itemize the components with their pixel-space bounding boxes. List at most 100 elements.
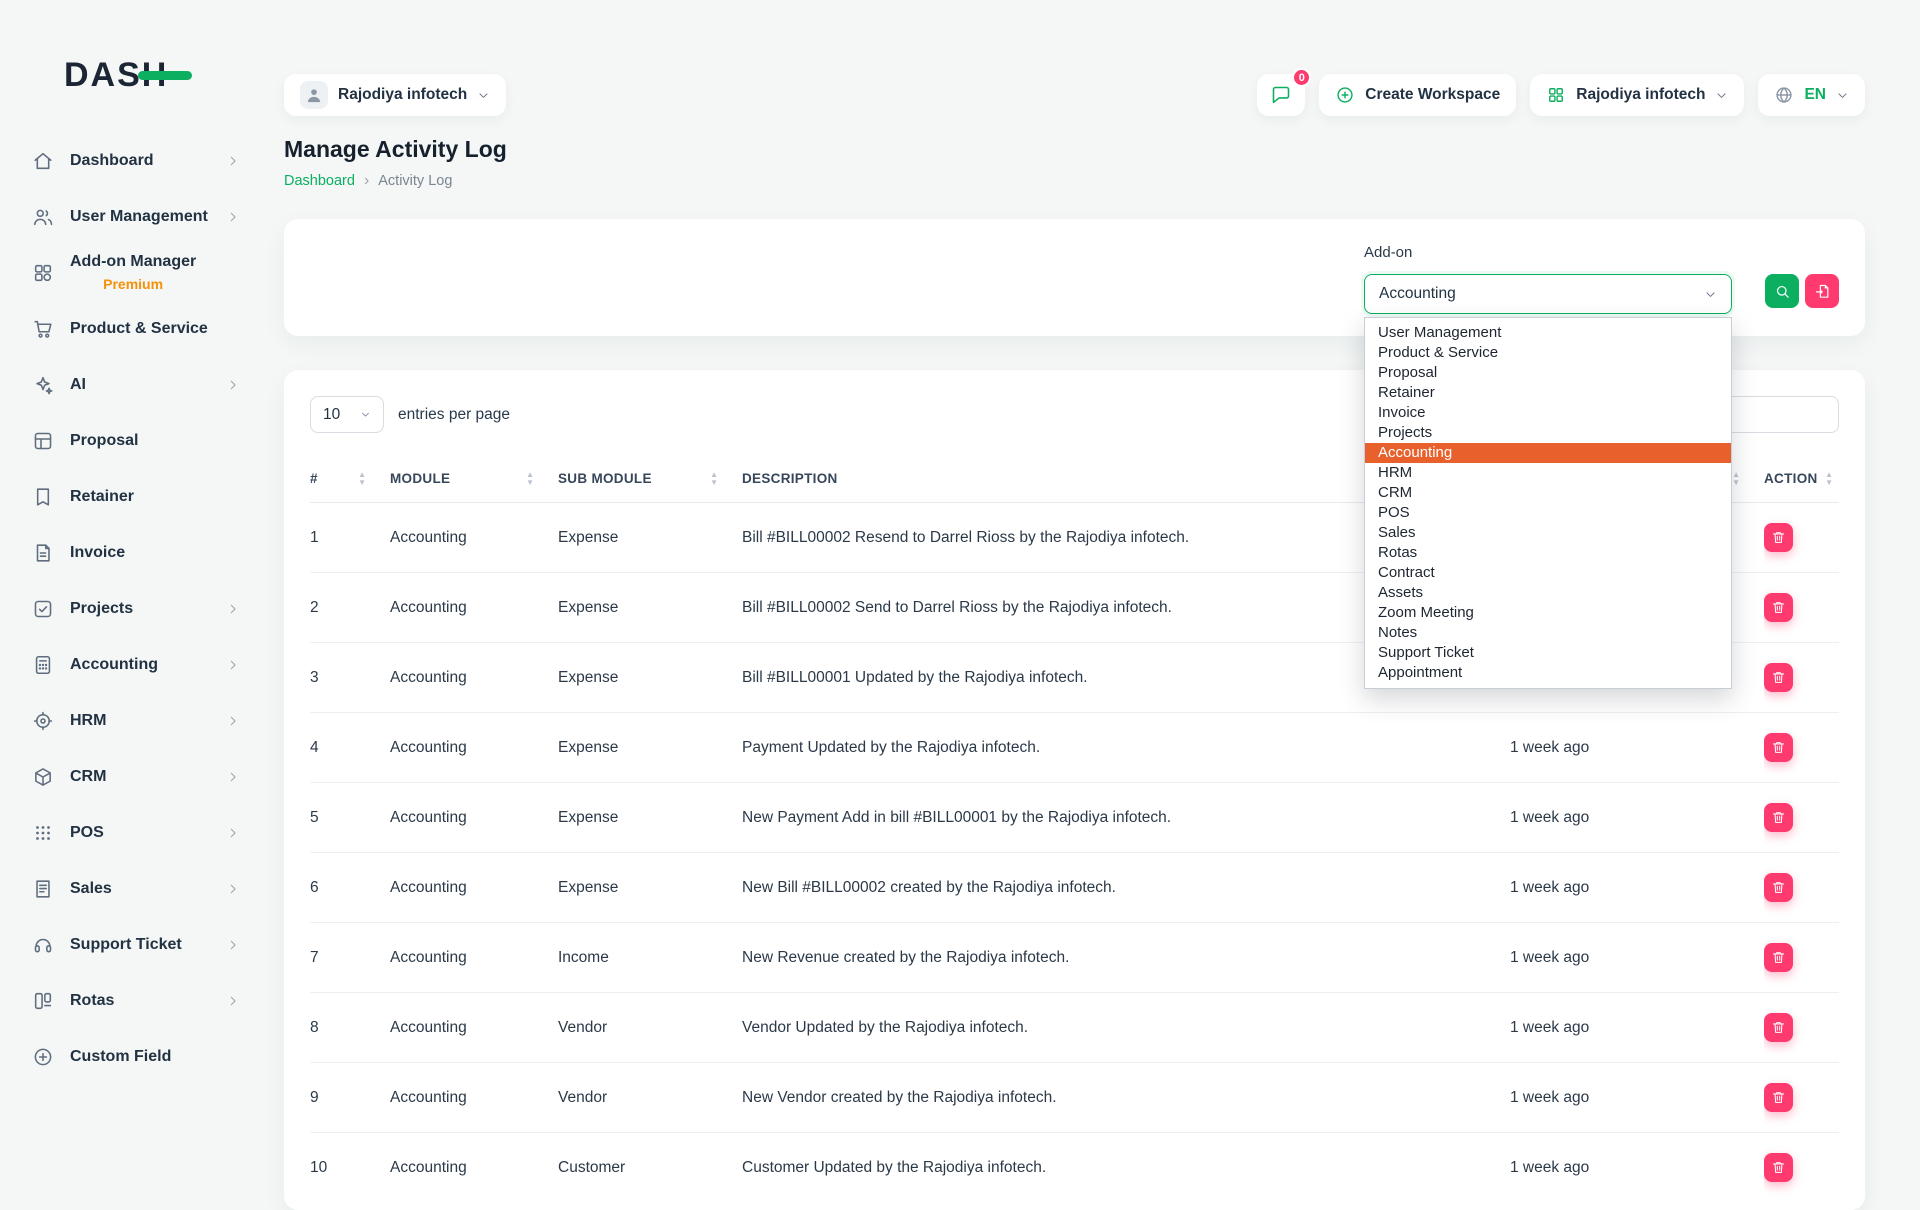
support-ticket-icon <box>32 934 54 956</box>
breadcrumb: Dashboard › Activity Log <box>284 173 1865 189</box>
delete-activity-button[interactable] <box>1764 663 1793 692</box>
sidebar-item-user-management[interactable]: User Management <box>0 189 262 245</box>
language-dropdown[interactable]: EN <box>1758 74 1865 116</box>
reset-button[interactable] <box>1805 274 1839 308</box>
app-logo[interactable]: DASH <box>64 56 168 95</box>
addon-dropdown-list: User ManagementProduct & ServiceProposal… <box>1364 317 1732 689</box>
sub-module-cell: Expense <box>558 643 742 713</box>
trash-icon <box>1771 1160 1786 1175</box>
sort-icon[interactable]: ▲▼ <box>710 471 718 486</box>
dropdown-option-sales[interactable]: Sales <box>1365 523 1731 543</box>
breadcrumb-dashboard-link[interactable]: Dashboard <box>284 173 355 189</box>
dropdown-option-user-management[interactable]: User Management <box>1365 323 1731 343</box>
chevron-right-icon <box>226 658 240 672</box>
sort-icon[interactable]: ▲▼ <box>1825 471 1833 486</box>
search-button[interactable] <box>1765 274 1799 308</box>
sidebar-menu: DashboardUser ManagementAdd-on ManagerPr… <box>0 133 262 1080</box>
search-icon <box>1774 283 1791 300</box>
delete-activity-button[interactable] <box>1764 873 1793 902</box>
sidebar-item-crm[interactable]: CRM <box>0 749 262 805</box>
dropdown-option-zoom-meeting[interactable]: Zoom Meeting <box>1365 603 1731 623</box>
dropdown-option-projects[interactable]: Projects <box>1365 423 1731 443</box>
dropdown-option-rotas[interactable]: Rotas <box>1365 543 1731 563</box>
trash-icon <box>1771 1020 1786 1035</box>
sidebar-item-retainer[interactable]: Retainer <box>0 469 262 525</box>
sidebar-item-label: Projects <box>70 599 133 619</box>
chevron-right-icon <box>226 602 240 616</box>
chevron-down-icon <box>360 409 371 420</box>
sidebar-item-proposal[interactable]: Proposal <box>0 413 262 469</box>
sidebar-item-projects[interactable]: Projects <box>0 581 262 637</box>
entries-per-page-select[interactable]: 10 <box>310 396 384 433</box>
messages-button[interactable]: 0 <box>1257 74 1305 116</box>
table-row: 7AccountingIncomeNew Revenue created by … <box>310 923 1839 993</box>
column-header-module[interactable]: MODULE▲▼ <box>390 463 558 503</box>
action-cell <box>1764 923 1839 993</box>
dropdown-option-appointment[interactable]: Appointment <box>1365 663 1731 683</box>
dropdown-option-hrm[interactable]: HRM <box>1365 463 1731 483</box>
dropdown-option-contract[interactable]: Contract <box>1365 563 1731 583</box>
module-cell: Accounting <box>390 713 558 783</box>
delete-activity-button[interactable] <box>1764 1013 1793 1042</box>
accounting-icon <box>32 654 54 676</box>
profile-dropdown[interactable]: Rajodiya infotech <box>284 74 506 116</box>
delete-activity-button[interactable] <box>1764 523 1793 552</box>
column-header-action[interactable]: ACTION▲▼ <box>1764 463 1839 503</box>
sidebar-item-custom-field[interactable]: Custom Field <box>0 1029 262 1080</box>
sort-icon[interactable]: ▲▼ <box>1732 471 1740 486</box>
sidebar-item-ai[interactable]: AI <box>0 357 262 413</box>
sidebar-item-label: HRM <box>70 711 106 731</box>
sidebar-item-accounting[interactable]: Accounting <box>0 637 262 693</box>
table-row: 8AccountingVendorVendor Updated by the R… <box>310 993 1839 1063</box>
delete-activity-button[interactable] <box>1764 593 1793 622</box>
delete-activity-button[interactable] <box>1764 733 1793 762</box>
sidebar-item-hrm[interactable]: HRM <box>0 693 262 749</box>
delete-activity-button[interactable] <box>1764 1083 1793 1112</box>
delete-activity-button[interactable] <box>1764 803 1793 832</box>
dropdown-option-proposal[interactable]: Proposal <box>1365 363 1731 383</box>
column-header-num[interactable]: #▲▼ <box>310 463 390 503</box>
sidebar-item-dashboard[interactable]: Dashboard <box>0 133 262 189</box>
sidebar-item-product-service[interactable]: Product & Service <box>0 301 262 357</box>
hrm-icon <box>32 710 54 732</box>
dropdown-option-crm[interactable]: CRM <box>1365 483 1731 503</box>
sidebar-item-sales[interactable]: Sales <box>0 861 262 917</box>
proposal-icon <box>32 430 54 452</box>
row-number: 9 <box>310 1063 390 1133</box>
sidebar-item-pos[interactable]: POS <box>0 805 262 861</box>
dropdown-option-pos[interactable]: POS <box>1365 503 1731 523</box>
column-header-sub-module[interactable]: SUB MODULE▲▼ <box>558 463 742 503</box>
addon-select[interactable]: Accounting <box>1364 274 1732 314</box>
module-cell: Accounting <box>390 923 558 993</box>
dropdown-option-retainer[interactable]: Retainer <box>1365 383 1731 403</box>
date-cell: 1 week ago <box>1510 783 1764 853</box>
chevron-down-icon <box>1715 89 1728 102</box>
sales-icon <box>32 878 54 900</box>
create-workspace-button[interactable]: Create Workspace <box>1319 74 1516 116</box>
module-cell: Accounting <box>390 573 558 643</box>
sidebar-item-support-ticket[interactable]: Support Ticket <box>0 917 262 973</box>
workspace-dropdown[interactable]: Rajodiya infotech <box>1530 74 1744 116</box>
pos-icon <box>32 822 54 844</box>
sidebar-item-invoice[interactable]: Invoice <box>0 525 262 581</box>
action-cell <box>1764 503 1839 573</box>
dropdown-option-product-service[interactable]: Product & Service <box>1365 343 1731 363</box>
sort-icon[interactable]: ▲▼ <box>358 471 366 486</box>
dropdown-option-assets[interactable]: Assets <box>1365 583 1731 603</box>
description-cell: Customer Updated by the Rajodiya infotec… <box>742 1133 1510 1203</box>
delete-activity-button[interactable] <box>1764 1153 1793 1182</box>
sort-icon[interactable]: ▲▼ <box>526 471 534 486</box>
dropdown-option-notes[interactable]: Notes <box>1365 623 1731 643</box>
dropdown-option-accounting[interactable]: Accounting <box>1365 443 1731 463</box>
dropdown-option-invoice[interactable]: Invoice <box>1365 403 1731 423</box>
sidebar-item-label: Invoice <box>70 543 125 563</box>
home-icon <box>32 150 54 172</box>
action-cell <box>1764 1063 1839 1133</box>
description-cell: Vendor Updated by the Rajodiya infotech. <box>742 993 1510 1063</box>
dropdown-option-support-ticket[interactable]: Support Ticket <box>1365 643 1731 663</box>
row-number: 10 <box>310 1133 390 1203</box>
sidebar-item-rotas[interactable]: Rotas <box>0 973 262 1029</box>
delete-activity-button[interactable] <box>1764 943 1793 972</box>
chevron-down-icon <box>1836 89 1849 102</box>
sidebar-item-add-on-manager[interactable]: Add-on ManagerPremium <box>0 245 262 301</box>
